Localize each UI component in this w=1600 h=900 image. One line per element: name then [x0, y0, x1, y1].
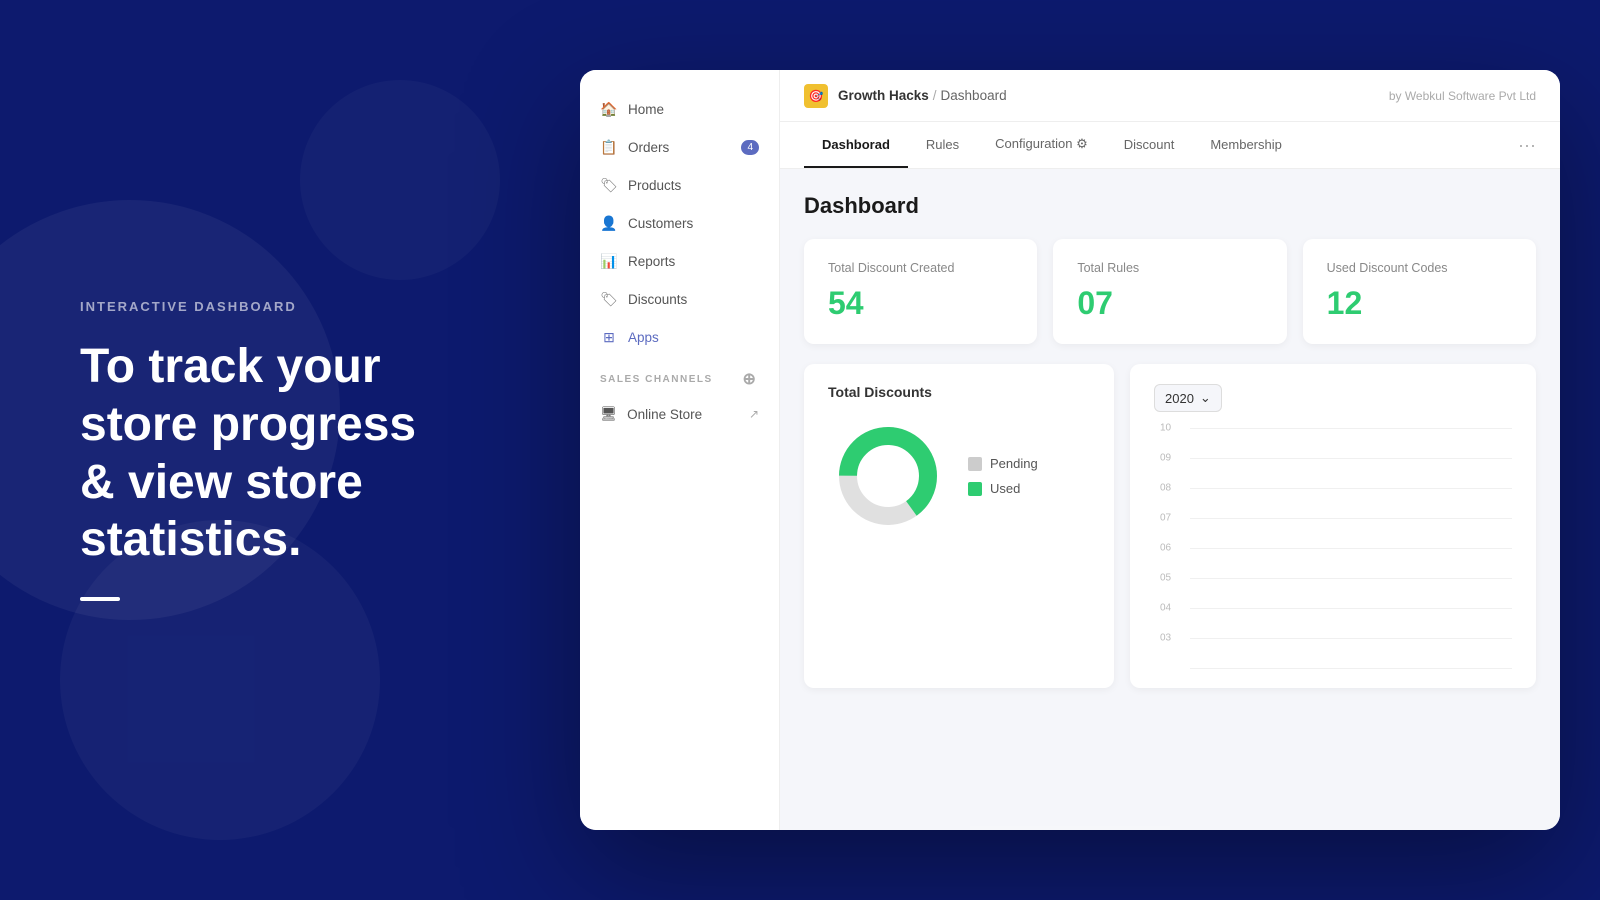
sidebar-item-apps[interactable]: ⊞ Apps	[580, 318, 779, 356]
stat-card-total-discount: Total Discount Created 54	[804, 239, 1037, 344]
bar-chart-card: 2020 ⌄ 10 09 08 07 06	[1130, 364, 1536, 688]
products-icon: 🏷	[600, 176, 618, 194]
app-icon: 🎯	[804, 84, 828, 108]
sidebar-item-customers[interactable]: 👤 Customers	[580, 204, 779, 242]
left-label: INTERACTIVE DASHBOARD	[80, 299, 460, 314]
donut-title: Total Discounts	[828, 384, 1090, 400]
bar-chart-area: 10 09 08 07 06 05 04 03	[1154, 428, 1512, 668]
stat-label-used-codes: Used Discount Codes	[1327, 261, 1512, 275]
left-divider	[80, 597, 120, 601]
stat-label-total-discount: Total Discount Created	[828, 261, 1013, 275]
stat-value-used-codes: 12	[1327, 285, 1512, 322]
online-store-label: Online Store	[627, 407, 702, 422]
more-options-button[interactable]: ···	[1518, 125, 1536, 166]
sidebar-item-home[interactable]: 🏠 Home	[580, 90, 779, 128]
stat-card-used-codes: Used Discount Codes 12	[1303, 239, 1536, 344]
legend-label-used: Used	[990, 481, 1020, 496]
year-selector[interactable]: 2020 ⌄	[1154, 384, 1222, 412]
app-container: 🏠 Home 📋 Orders 4 🏷 Products 👤 Customers…	[540, 0, 1600, 900]
left-title: To track your store progress & view stor…	[80, 338, 460, 568]
orders-icon: 📋	[600, 138, 618, 156]
sidebar-item-products[interactable]: 🏷 Products	[580, 166, 779, 204]
apps-icon: ⊞	[600, 328, 618, 346]
legend-label-pending: Pending	[990, 456, 1038, 471]
legend-dot-pending	[968, 457, 982, 471]
legend-dot-used	[968, 482, 982, 496]
sidebar-label-reports: Reports	[628, 254, 675, 269]
donut-card: Total Discounts	[804, 364, 1114, 688]
sidebar: 🏠 Home 📋 Orders 4 🏷 Products 👤 Customers…	[580, 70, 780, 830]
sidebar-label-products: Products	[628, 178, 681, 193]
tab-dashboard[interactable]: Dashborad	[804, 123, 908, 168]
stat-label-total-rules: Total Rules	[1077, 261, 1262, 275]
online-store-icon: 🖥	[600, 406, 617, 422]
tab-configuration[interactable]: Configuration ⚙	[977, 122, 1106, 168]
donut-content: Pending Used	[828, 416, 1090, 536]
brand-name: Growth Hacks	[838, 88, 929, 103]
sales-channels-section: SALES CHANNELS ⊕	[580, 356, 779, 396]
sidebar-label-home: Home	[628, 102, 664, 117]
breadcrumb-slash: /	[933, 88, 937, 103]
app-icon-symbol: 🎯	[809, 89, 824, 103]
bars-container	[1190, 428, 1512, 668]
stat-card-total-rules: Total Rules 07	[1053, 239, 1286, 344]
home-icon: 🏠	[600, 100, 618, 118]
stats-row: Total Discount Created 54 Total Rules 07…	[804, 239, 1536, 344]
sidebar-label-orders: Orders	[628, 140, 669, 155]
customers-icon: 👤	[600, 214, 618, 232]
dashboard-body: Dashboard Total Discount Created 54 Tota…	[780, 169, 1560, 830]
dashboard-title: Dashboard	[804, 193, 1536, 219]
tab-rules[interactable]: Rules	[908, 123, 977, 168]
bottom-section: Total Discounts	[804, 364, 1536, 688]
breadcrumb: 🎯 Growth Hacks / Dashboard	[804, 84, 1007, 108]
tab-discount[interactable]: Discount	[1106, 123, 1193, 168]
sidebar-label-apps: Apps	[628, 330, 659, 345]
year-dropdown-icon: ⌄	[1200, 390, 1211, 406]
year-value: 2020	[1165, 391, 1194, 406]
breadcrumb-page: Dashboard	[941, 88, 1007, 103]
sidebar-item-orders[interactable]: 📋 Orders 4	[580, 128, 779, 166]
sidebar-item-reports[interactable]: 📊 Reports	[580, 242, 779, 280]
tab-membership[interactable]: Membership	[1192, 123, 1300, 168]
sidebar-item-discounts[interactable]: 🏷 Discounts	[580, 280, 779, 318]
sales-channels-label: SALES CHANNELS	[600, 374, 713, 385]
left-panel: INTERACTIVE DASHBOARD To track your stor…	[0, 0, 540, 900]
chart-legend: Pending Used	[968, 456, 1038, 496]
bar-card-header: 2020 ⌄	[1154, 384, 1512, 412]
orders-badge: 4	[741, 140, 759, 155]
legend-item-used: Used	[968, 481, 1038, 496]
sidebar-item-online-store[interactable]: 🖥 Online Store ↗	[580, 396, 779, 432]
external-link-icon: ↗	[749, 407, 759, 421]
stat-value-total-rules: 07	[1077, 285, 1262, 322]
add-channel-icon[interactable]: ⊕	[741, 370, 759, 388]
main-content: 🎯 Growth Hacks / Dashboard by Webkul Sof…	[780, 70, 1560, 830]
tabs-nav: Dashborad Rules Configuration ⚙ Discount…	[780, 122, 1560, 169]
by-webkul: by Webkul Software Pvt Ltd	[1389, 89, 1536, 103]
reports-icon: 📊	[600, 252, 618, 270]
bottom-notch	[970, 826, 1170, 830]
sidebar-label-customers: Customers	[628, 216, 693, 231]
sidebar-label-discounts: Discounts	[628, 292, 687, 307]
legend-item-pending: Pending	[968, 456, 1038, 471]
browser-window: 🏠 Home 📋 Orders 4 🏷 Products 👤 Customers…	[580, 70, 1560, 830]
donut-chart	[828, 416, 948, 536]
discounts-icon: 🏷	[600, 290, 618, 308]
top-bar: 🎯 Growth Hacks / Dashboard by Webkul Sof…	[780, 70, 1560, 122]
stat-value-total-discount: 54	[828, 285, 1013, 322]
